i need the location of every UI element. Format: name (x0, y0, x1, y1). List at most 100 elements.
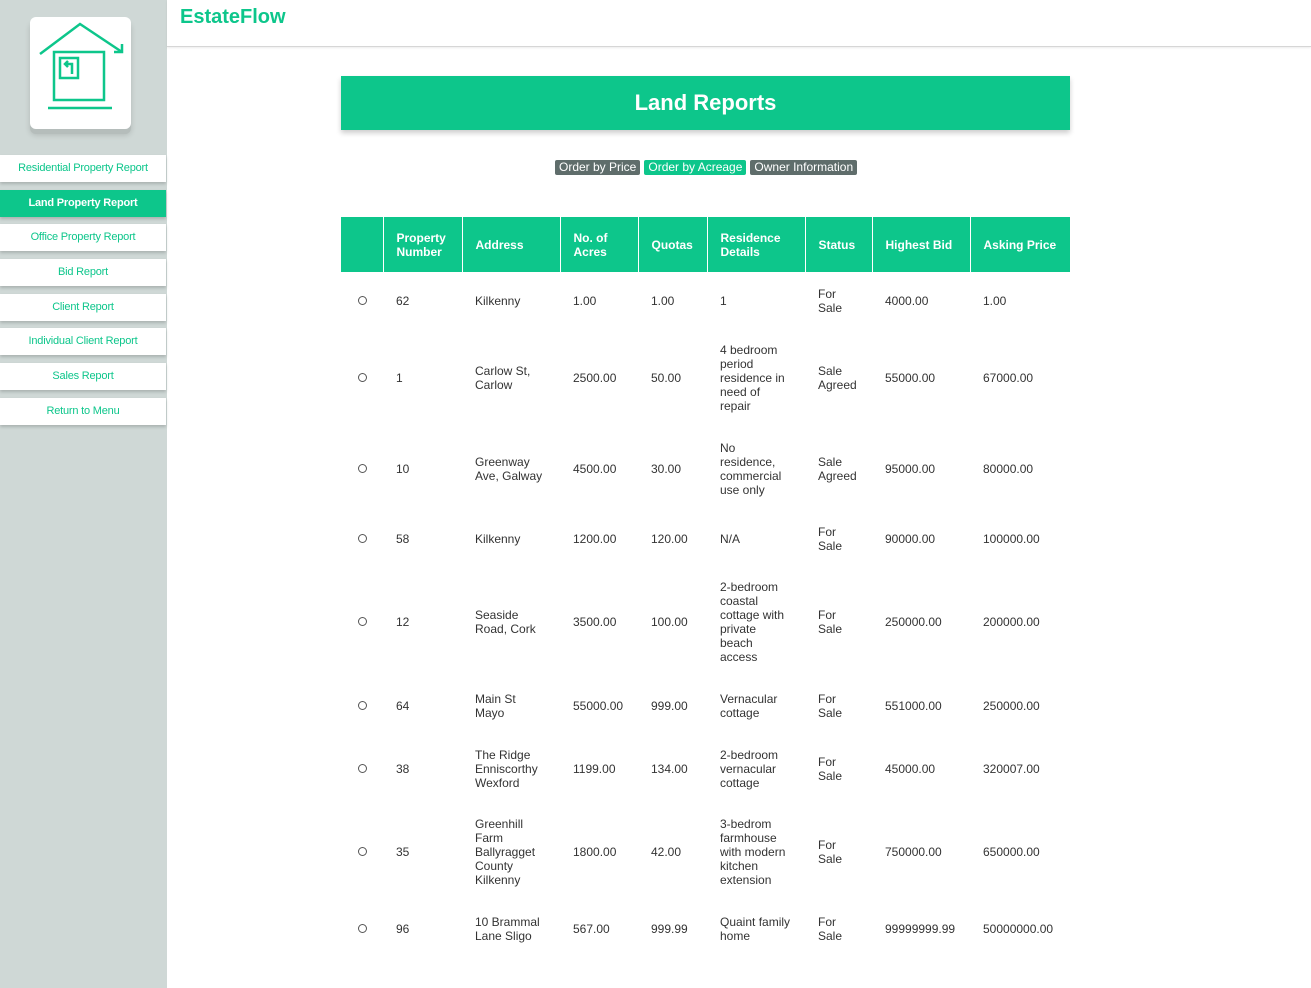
table-cell: 250000.00 (885, 614, 942, 629)
table-row[interactable]: 64 Main St Mayo 55000.00 999.00 Vernacular c… (341, 678, 1070, 733)
table-body: 62 Kilkenny 1.00 1.00 1 For Sale 4000.00 1.00 1 C… (341, 272, 1070, 958)
table-cell: 95000.00 (885, 461, 936, 476)
sidebar-item-client-report[interactable]: Client Report (0, 293, 166, 321)
table-cell: 1199.00 (573, 761, 616, 776)
table-cell: 1200.00 (573, 531, 617, 546)
row-select-cell (341, 512, 383, 565)
sidebar: Residential Property Report Land Property… (0, 0, 167, 988)
table-cell: 567.00 (573, 921, 610, 936)
sidebar-item-individual-client-report[interactable]: Individual Client Report (0, 328, 166, 356)
select-column-header (341, 217, 383, 272)
column-header: Residence Details (706, 217, 805, 272)
table-cell: 320007.00 (983, 761, 1040, 776)
table-cell: 250000.00 (983, 698, 1040, 713)
table-row[interactable]: 10 Greenway Ave, Galway 4500.00 30.00 No res… (341, 425, 1070, 512)
table-row[interactable]: 96 10 Brammal Lane Sligo 567.00 999.99 Quain… (341, 899, 1070, 958)
table-cell: 1.00 (651, 294, 675, 308)
table-cell: 55000.00 (885, 370, 936, 385)
row-select-radio[interactable] (358, 296, 367, 305)
table-cell: For Sale (818, 754, 843, 783)
table-cell: 42.00 (651, 844, 682, 859)
table-cell: No residence, commercial use only (720, 440, 782, 497)
row-select-radio[interactable] (358, 700, 367, 710)
row-select-radio[interactable] (358, 372, 367, 382)
column-header: Status (804, 217, 872, 272)
table-row[interactable]: 38 The Ridge Enniscorthy Wexford 1199.00 13… (341, 733, 1070, 804)
table-row[interactable]: 1 Carlow St, Carlow 2500.00 50.00 4 bedroom … (341, 330, 1070, 425)
row-select-radio[interactable] (358, 463, 367, 473)
table-cell: Vernacular cottage (720, 691, 778, 720)
sidebar-item-land-property-report[interactable]: Land Property Report (0, 189, 166, 217)
column-header: Property Number (382, 217, 462, 272)
table-row[interactable]: 62 Kilkenny 1.00 1.00 1 For Sale 4000.00 1.00 (341, 272, 1070, 330)
table-cell: 750000.00 (885, 844, 942, 859)
logo[interactable] (30, 17, 131, 129)
row-select-radio[interactable] (358, 763, 367, 773)
row-select-cell (341, 272, 383, 330)
table-cell: Kilkenny (475, 294, 521, 308)
table-cell: Seaside Road, Cork (475, 607, 536, 636)
table-cell: 1 (720, 294, 727, 308)
table-cell: 50.00 (651, 370, 682, 385)
table-row[interactable]: 35 Greenhill Farm Ballyragget County Kilk… (341, 804, 1070, 899)
row-select-cell (341, 899, 383, 958)
row-select-cell (341, 565, 383, 678)
sidebar-nav: Residential Property Report Land Property… (0, 155, 166, 433)
table-cell: N/A (720, 531, 741, 546)
table-cell: 1.00 (983, 294, 1007, 308)
table-cell: The Ridge Enniscorthy Wexford (475, 747, 538, 790)
table-cell: 45000.00 (885, 761, 936, 776)
table-cell: 100000.00 (983, 531, 1040, 546)
table-cell: 551000.00 (885, 698, 942, 713)
table-cell: 999.00 (651, 698, 688, 713)
row-select-cell (341, 330, 383, 425)
column-header: Address (461, 217, 560, 272)
column-header: Asking Price (969, 217, 1070, 272)
table-cell: For Sale (818, 524, 843, 553)
top-header: EstateFlow (167, 0, 1311, 47)
table-cell: 1.00 (573, 294, 597, 308)
table-cell: 35 (396, 844, 410, 859)
order-by-acreage-button[interactable]: Order by Acreage (644, 160, 747, 175)
table-cell: 50000000.00 (983, 921, 1054, 936)
column-header: Highest Bid (871, 217, 970, 272)
table-cell: 4500.00 (573, 461, 617, 476)
row-select-radio[interactable] (358, 846, 367, 856)
table-cell: Greenway Ave, Galway (475, 454, 543, 483)
table-cell: 4 bedroom period residence in need of re… (720, 342, 785, 413)
sidebar-item-residential-property-report[interactable]: Residential Property Report (0, 155, 166, 182)
row-select-radio[interactable] (358, 616, 367, 626)
table-cell: 4000.00 (885, 294, 929, 308)
table-cell: Sale Agreed (818, 454, 857, 483)
table-cell: 2500.00 (573, 370, 617, 385)
row-select-cell (341, 425, 383, 512)
brand-name[interactable]: EstateFlow (180, 6, 286, 29)
table-cell: Greenhill Farm Ballyragget County Kilken… (475, 816, 536, 887)
table-cell: 200000.00 (983, 614, 1040, 629)
table-cell: 90000.00 (885, 531, 936, 546)
order-button-group: Order by Price Order by Acreage Owner In… (555, 160, 858, 175)
owner-information-button[interactable]: Owner Information (750, 160, 858, 175)
row-select-radio[interactable] (358, 923, 367, 933)
table-cell: 3500.00 (573, 614, 617, 629)
table-row[interactable]: 58 Kilkenny 1200.00 120.00 N/A For Sale 90000.… (341, 512, 1070, 565)
order-by-price-button[interactable]: Order by Price (555, 160, 641, 175)
table-cell: 1800.00 (573, 844, 617, 859)
table-cell: 10 (396, 461, 410, 476)
row-select-cell (341, 733, 383, 804)
table-row[interactable]: 12 Seaside Road, Cork 3500.00 100.00 2-bedro… (341, 565, 1070, 678)
table-cell: 1 (396, 370, 403, 385)
sidebar-item-bid-report[interactable]: Bid Report (0, 259, 166, 287)
row-select-cell (341, 678, 383, 733)
table-cell: 12 (396, 614, 410, 629)
row-select-radio[interactable] (358, 533, 367, 543)
table-cell: For Sale (818, 914, 843, 943)
table-header-row: Property Number Address No. of Acres Quotas… (341, 217, 1070, 272)
table-cell: 2-bedroom coastal cottage with private b… (720, 579, 785, 664)
table-cell: Quaint family home (720, 914, 791, 943)
table-cell: Kilkenny (475, 531, 521, 546)
table-cell: 67000.00 (983, 370, 1034, 385)
sidebar-item-return-to-menu[interactable]: Return to Menu (0, 397, 166, 425)
sidebar-item-office-property-report[interactable]: Office Property Report (0, 224, 166, 252)
sidebar-item-sales-report[interactable]: Sales Report (0, 363, 166, 391)
